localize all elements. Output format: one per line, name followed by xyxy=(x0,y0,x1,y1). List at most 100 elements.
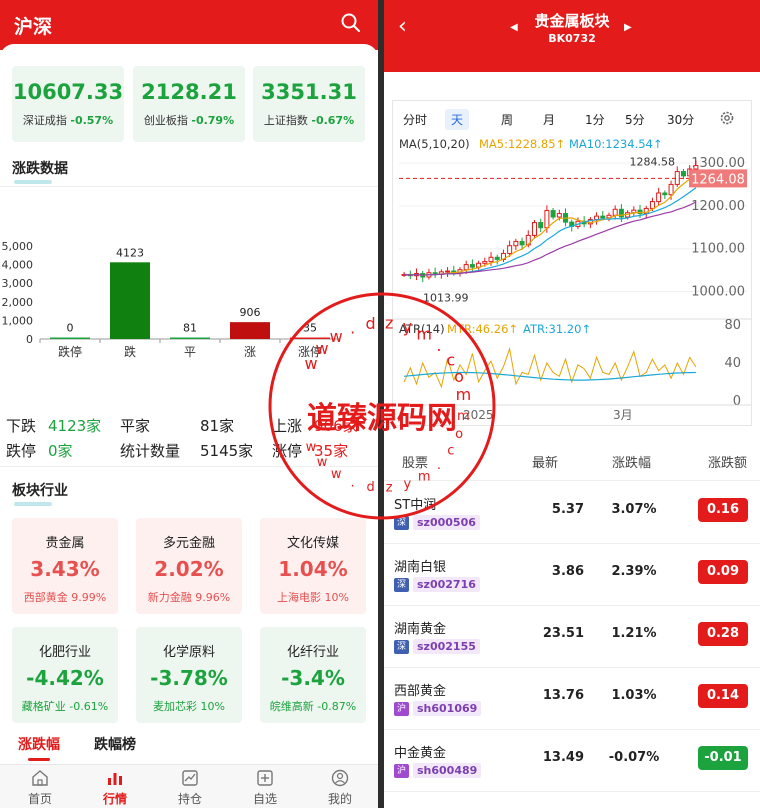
index-value: 10607.33 xyxy=(12,80,124,104)
timeframe-1min[interactable]: 1分 xyxy=(585,111,605,128)
stat-limitdown-value: 0家 xyxy=(48,442,73,460)
nav-home[interactable]: 首页 xyxy=(10,769,70,807)
index-card-cybz[interactable]: 2128.21 创业板指 -0.79% xyxy=(133,66,245,142)
candle-body xyxy=(556,213,562,218)
stock-pct: -0.07% xyxy=(608,750,660,765)
timeframe-5min[interactable]: 5分 xyxy=(625,111,645,128)
timeframe-day[interactable]: 天 xyxy=(445,109,470,130)
index-name: 深证成指 xyxy=(22,114,67,127)
x-tick-label: 跌 xyxy=(124,344,136,359)
candle-body xyxy=(600,215,606,219)
stock-change-badge: 0.09 xyxy=(698,560,748,584)
stock-row[interactable]: 中金黄金沪 sh600489 13.49 -0.07% -0.01 xyxy=(384,730,760,792)
nav-label: 持仓 xyxy=(177,792,202,806)
sector-card-diversified-finance[interactable]: 多元金融 2.02% 新力金融 9.96% xyxy=(136,518,242,614)
sector-leader: 麦加芯彩 10% xyxy=(153,700,225,713)
sector-leader: 皖维高新 -0.87% xyxy=(269,700,357,713)
sector-code: BK0732 xyxy=(548,32,596,45)
stock-row[interactable]: ST中润深 sz000506 5.37 3.07% 0.16 xyxy=(384,482,760,544)
stock-name: 中金黄金 xyxy=(394,746,447,761)
atr-level-label: 80 xyxy=(724,318,741,333)
stock-change-badge: 0.14 xyxy=(698,684,748,708)
tab-losers[interactable]: 跌幅榜 xyxy=(94,734,136,754)
stock-row[interactable]: 湖南白银深 sz002716 3.86 2.39% 0.09 xyxy=(384,544,760,606)
bar xyxy=(50,337,90,339)
high-price-mark: 1284.58 xyxy=(630,156,676,169)
x-tick-label: 平 xyxy=(184,345,196,359)
col-pct: 涨跌幅 xyxy=(612,456,652,471)
candle-body xyxy=(649,201,655,209)
search-icon[interactable] xyxy=(340,12,362,34)
sector-name: 文化传媒 xyxy=(286,536,339,551)
sector-card-chemical-fiber[interactable]: 化纤行业 -3.4% 皖维高新 -0.87% xyxy=(260,627,366,723)
index-value: 2128.21 xyxy=(141,80,237,104)
divider xyxy=(0,186,378,187)
candle-body xyxy=(693,165,699,170)
nav-label: 我的 xyxy=(327,792,352,806)
timeframe-month[interactable]: 月 xyxy=(543,111,555,128)
sector-name: 多元金融 xyxy=(162,536,215,551)
candle-body xyxy=(494,256,500,260)
timeframe-week[interactable]: 周 xyxy=(501,111,513,128)
stock-name: 西部黄金 xyxy=(394,684,447,699)
candle-body xyxy=(656,192,662,203)
atr-level-label: 40 xyxy=(724,356,741,371)
stat-flat-value: 81家 xyxy=(200,417,235,435)
candle-body xyxy=(662,192,668,196)
sector-leader: 藏格矿业 -0.61% xyxy=(21,700,109,713)
market-badge: 深 xyxy=(394,640,409,654)
sector-card-chemical-materials[interactable]: 化学原料 -3.78% 麦加芯彩 10% xyxy=(136,627,242,723)
kline-chart-container: 分时 天 周 月 1分 5分 30分 MA(5,10,20) MA5:1228.… xyxy=(392,100,752,426)
col-latest: 最新 xyxy=(532,456,559,471)
sector-change: -3.4% xyxy=(281,666,345,690)
mtr-line xyxy=(403,346,697,389)
nav-profile[interactable]: 我的 xyxy=(310,769,370,807)
sector-leader: 新力金融 9.96% xyxy=(147,591,231,604)
stock-row[interactable]: 湖南黄金深 sz002155 23.51 1.21% 0.28 xyxy=(384,606,760,668)
market-icon xyxy=(108,773,122,785)
gear-icon[interactable] xyxy=(719,110,735,126)
candle-body xyxy=(550,210,556,218)
tab-gainers[interactable]: 涨跌幅 xyxy=(18,734,60,754)
timeframe-intraday[interactable]: 分时 xyxy=(403,111,427,128)
active-tab-indicator xyxy=(28,758,50,761)
sector-change: -4.42% xyxy=(26,666,104,690)
stock-name: 湖南黄金 xyxy=(394,622,447,637)
stock-price: 3.86 xyxy=(551,564,584,579)
sector-card-culture-media[interactable]: 文化传媒 1.04% 上海电影 10% xyxy=(260,518,366,614)
stock-row[interactable]: 西部黄金沪 sh601069 13.76 1.03% 0.14 xyxy=(384,668,760,730)
timeframe-30min[interactable]: 30分 xyxy=(667,111,694,128)
stock-price: 23.51 xyxy=(542,626,584,641)
stock-change-badge: -0.01 xyxy=(698,746,748,770)
section-underline xyxy=(14,502,52,506)
nav-watchlist[interactable]: 自选 xyxy=(235,769,295,807)
bar xyxy=(290,337,330,339)
nav-label: 自选 xyxy=(252,792,277,806)
index-change: -0.67% xyxy=(311,114,355,127)
atr-label: ATR(14) xyxy=(399,322,445,336)
y-tick-label: 4,000 xyxy=(2,259,34,272)
updown-section-title: 涨跌数据 xyxy=(12,161,68,177)
stat-limitup-value: 35家 xyxy=(314,442,349,460)
home-icon xyxy=(32,770,48,786)
price-level-label: 1200.00 xyxy=(691,199,745,214)
bar-data-label: 0 xyxy=(67,322,74,335)
nav-market[interactable]: 行情 xyxy=(85,769,145,807)
candle-body xyxy=(618,208,624,218)
stock-price: 5.37 xyxy=(551,502,584,517)
index-card-szzs[interactable]: 3351.31 上证指数 -0.67% xyxy=(253,66,365,142)
index-card-szcz[interactable]: 10607.33 深证成指 -0.57% xyxy=(12,66,124,142)
divider xyxy=(384,480,760,481)
sector-card-precious-metals[interactable]: 贵金属 3.43% 西部黄金 9.99% xyxy=(12,518,118,614)
next-sector-icon[interactable]: ▶ xyxy=(624,22,632,33)
sector-card-fertilizer[interactable]: 化肥行业 -4.42% 藏格矿业 -0.61% xyxy=(12,627,118,723)
bar-data-label: 906 xyxy=(240,306,261,319)
sector-change: 2.02% xyxy=(154,557,224,581)
nav-position[interactable]: 持仓 xyxy=(160,769,220,807)
current-price-value: 1264.08 xyxy=(691,172,745,187)
divider xyxy=(0,466,378,467)
mtr-value: MTR:46.26↑ xyxy=(447,322,518,336)
stock-pct: 3.07% xyxy=(611,502,657,517)
atr-level-label: 0 xyxy=(733,394,741,409)
bar xyxy=(230,322,270,339)
